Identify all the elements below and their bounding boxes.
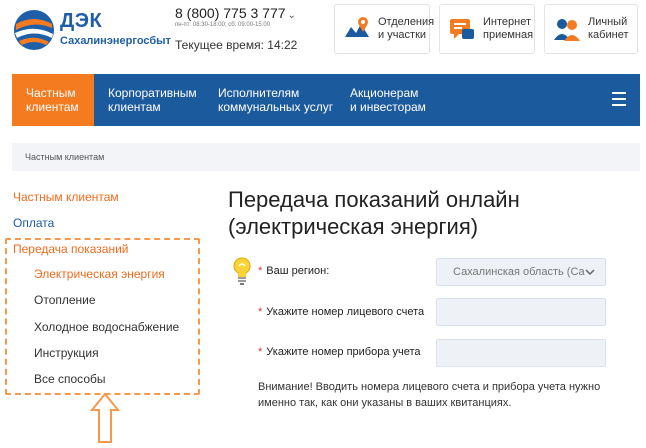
nav-item-shareholders[interactable]: Акционерам и инвесторам <box>336 74 476 126</box>
phone-text: 8 (800) 775 3 777 <box>175 5 286 21</box>
required-mark: * <box>258 346 263 358</box>
current-time: Текущее время: 14:22 <box>175 38 298 52</box>
globe-logo-icon <box>14 10 54 50</box>
notice-text: Внимание! Вводить номера лицевого счета … <box>258 381 601 409</box>
phone-number[interactable]: 8 (800) 775 3 777 ⌄ <box>175 5 296 21</box>
chevron-down-icon <box>585 268 595 276</box>
personal-cabinet-label: Личный кабинет <box>588 16 629 41</box>
personal-cabinet-button[interactable]: Личный кабинет <box>544 4 638 54</box>
sidebar-item-payment[interactable]: Оплата <box>13 216 54 230</box>
offices-label: Отделения и участки <box>378 16 435 41</box>
page-title: Передача показаний онлайн (электрическая… <box>228 187 520 239</box>
breadcrumb[interactable]: Частным клиентам <box>12 143 640 171</box>
working-hours: пн-пт: 08:30-18:00; сб: 09:00-15:00 <box>175 22 271 28</box>
chevron-down-icon[interactable]: ⌄ <box>288 10 296 21</box>
logo-name: ДЭК <box>60 10 103 32</box>
account-label-text: Укажите номер лицевого счета <box>266 306 425 318</box>
main-nav: Частным клиентам Корпоративным клиентам … <box>12 74 640 126</box>
users-icon <box>554 19 580 41</box>
nav-item-utility-providers[interactable]: Исполнителям коммунальных услуг <box>204 74 336 126</box>
account-number-input[interactable] <box>436 298 606 326</box>
required-mark: * <box>258 306 263 318</box>
map-icon <box>345 17 369 37</box>
meter-label-text: Укажите номер прибора учета <box>266 346 421 358</box>
highlight-dashed-box <box>5 238 200 395</box>
account-label: * Укажите номер лицевого счета <box>258 306 424 318</box>
region-select[interactable]: Сахалинская область (Са <box>436 258 606 286</box>
hamburger-menu-icon[interactable] <box>612 92 626 106</box>
chat-icon <box>450 19 474 39</box>
arrow-up-icon <box>90 392 120 443</box>
meter-number-input[interactable] <box>436 339 606 367</box>
meter-label: * Укажите номер прибора учета <box>258 346 421 358</box>
required-mark: * <box>258 265 263 277</box>
logo[interactable]: ДЭК Сахалинэнергосбыт <box>12 6 172 52</box>
region-label: * Ваш регион: <box>258 265 329 277</box>
sidebar-item-private-clients[interactable]: Частным клиентам <box>13 190 119 204</box>
nav-item-corporate-clients[interactable]: Корпоративным клиентам <box>94 74 204 126</box>
nav-item-private-clients[interactable]: Частным клиентам <box>12 74 94 126</box>
internet-reception-label: Интернет приемная <box>483 16 534 41</box>
region-label-text: Ваш регион: <box>266 265 330 277</box>
internet-reception-button[interactable]: Интернет приемная <box>439 4 535 54</box>
offices-button[interactable]: Отделения и участки <box>334 4 434 54</box>
lightbulb-icon <box>233 257 251 285</box>
region-select-value: Сахалинская область (Са <box>453 266 585 278</box>
logo-subtitle: Сахалинэнергосбыт <box>60 35 171 47</box>
